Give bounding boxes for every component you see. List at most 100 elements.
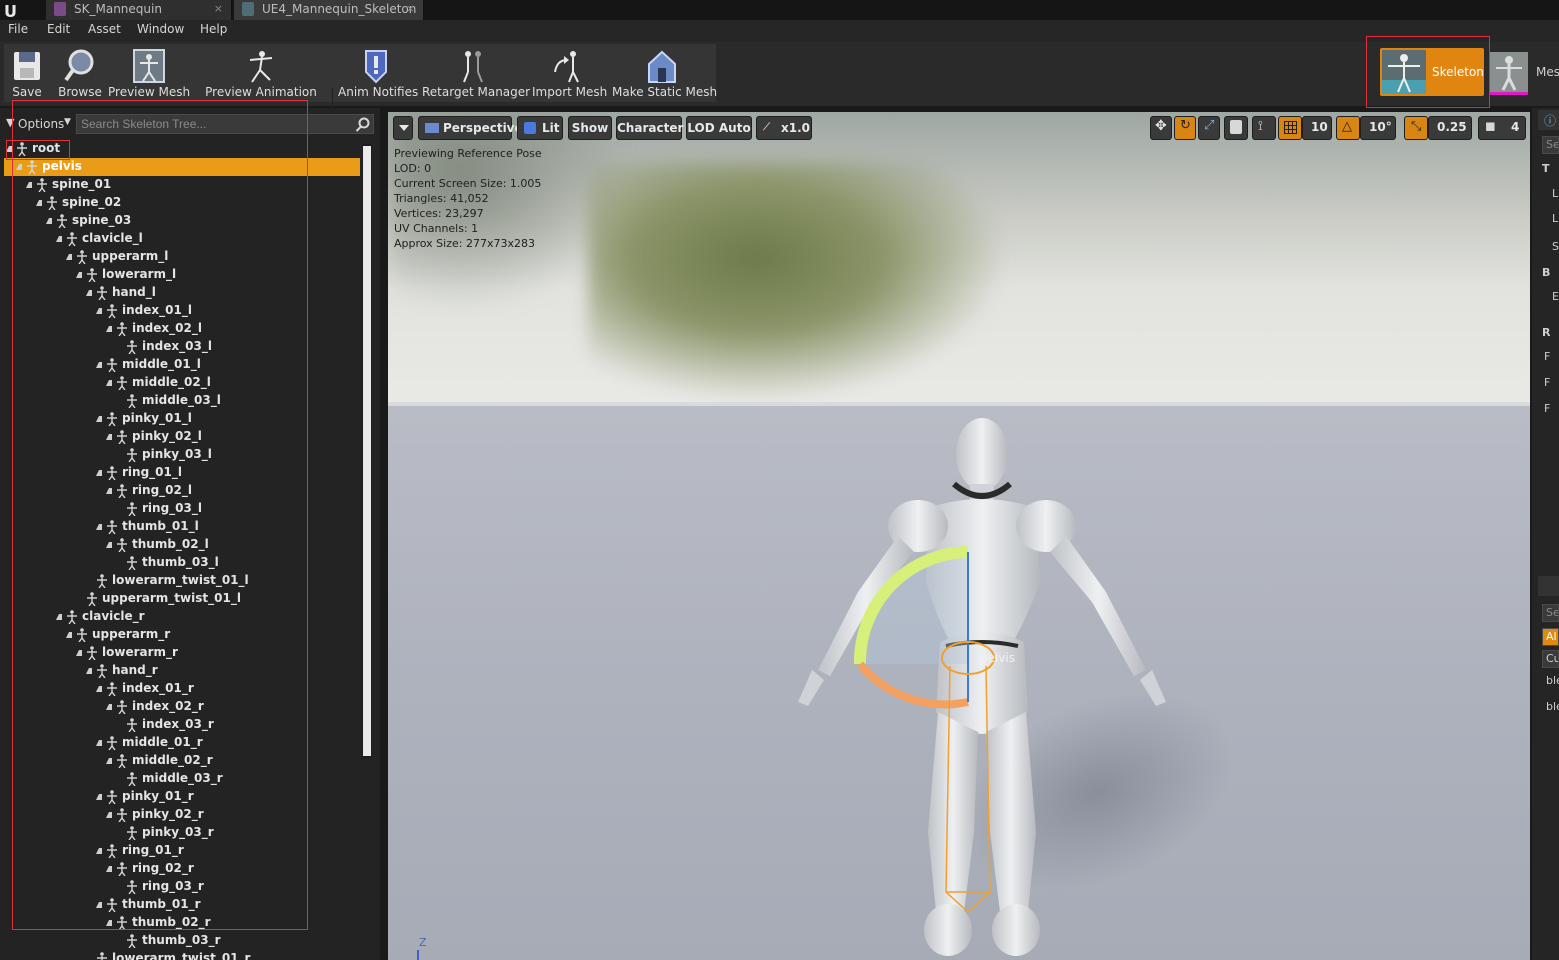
scale-snap-icon[interactable]: ⤡ (1404, 116, 1428, 140)
character-button[interactable]: Character (616, 116, 683, 140)
stat-line: Triangles: 41,052 (394, 192, 489, 205)
grid-snap-value[interactable]: 10 (1302, 116, 1332, 140)
property-label: L (1552, 187, 1559, 200)
chevron-down-icon (399, 125, 409, 131)
menu-file[interactable]: File (8, 22, 28, 36)
save-button[interactable]: Save (6, 44, 48, 100)
anim-search[interactable]: Se (1542, 604, 1559, 622)
search-icon[interactable] (355, 117, 371, 133)
property-row[interactable]: F (1544, 376, 1550, 389)
close-icon[interactable]: × (406, 0, 415, 18)
info-icon: ⓘ (1544, 114, 1557, 128)
details-search[interactable]: Se (1542, 136, 1559, 154)
section-header[interactable]: B (1542, 266, 1550, 279)
make-static-mesh-icon (648, 50, 676, 83)
anim-tab[interactable] (1538, 576, 1559, 596)
anim-notifies-button[interactable]: Anim Notifies (338, 44, 418, 100)
skeleton-thumbnail-icon (1382, 50, 1426, 94)
filter-all-button[interactable]: Al (1542, 628, 1559, 646)
axis-indicator (417, 950, 419, 960)
anim-notifies-icon (365, 50, 387, 84)
scale-tool-icon[interactable]: ⤢ (1198, 116, 1220, 140)
property-label: E (1552, 290, 1559, 303)
magnifier-icon (64, 49, 94, 82)
preview-animation-icon (249, 51, 273, 83)
property-row[interactable]: F (1544, 402, 1550, 415)
menu-edit[interactable]: Edit (47, 22, 70, 36)
skeleton-mode-label: Skeleton (1432, 65, 1484, 79)
mannequin-model[interactable] (778, 412, 1198, 960)
root-highlight-box (6, 140, 70, 160)
rotation-snap-icon[interactable]: △ (1336, 116, 1360, 140)
list-item[interactable]: ble (1546, 674, 1559, 687)
scale-snap-value[interactable]: 0.25 (1428, 116, 1472, 140)
horizon-line (388, 402, 1530, 406)
close-icon[interactable]: × (214, 0, 223, 18)
import-mesh-button[interactable]: Import Mesh (532, 44, 607, 100)
translate-tool-icon[interactable]: ✥ (1150, 116, 1172, 140)
viewport[interactable] (388, 112, 1530, 960)
bone-label: lowerarm_twist_01_r (112, 951, 251, 960)
panel-splitter[interactable] (380, 108, 388, 960)
import-mesh-icon (554, 51, 579, 83)
filter-curve-button[interactable]: Cu (1542, 650, 1559, 668)
list-item[interactable]: ble (1546, 700, 1559, 713)
menu-window[interactable]: Window (137, 22, 184, 36)
scrollbar-thumb[interactable] (363, 146, 371, 756)
property-row[interactable]: F (1544, 350, 1550, 363)
menu-help[interactable]: Help (200, 22, 227, 36)
mesh-thumbnail-icon[interactable] (1490, 52, 1528, 95)
save-icon (14, 52, 40, 80)
stat-line: Vertices: 23,297 (394, 207, 484, 220)
skeletal-mesh-icon (54, 2, 66, 16)
bone-name-label: pelvis (980, 651, 1016, 665)
rotation-snap-value[interactable]: 10° (1360, 116, 1396, 140)
unreal-logo-icon[interactable]: ᑌ (4, 2, 17, 21)
rotate-tool-icon[interactable]: ↻ (1174, 116, 1196, 140)
bone-icon (97, 952, 107, 960)
speed-icon: ⟋ (763, 122, 770, 133)
background-foliage (588, 162, 1008, 402)
viewport-options-button[interactable] (393, 116, 413, 140)
skeleton-icon (242, 2, 254, 16)
grid-snap-icon[interactable] (1278, 116, 1302, 140)
lod-button[interactable]: LOD Auto (686, 116, 752, 140)
bone-row-lowerarm-twist-01-r[interactable]: lowerarm_twist_01_r (4, 950, 360, 960)
preview-animation-button[interactable]: Preview Animation (204, 44, 318, 100)
lit-mode-icon (524, 122, 536, 134)
tab-sk-mannequin[interactable]: SK_Mannequin × (46, 0, 232, 20)
stat-line: Previewing Reference Pose (394, 147, 542, 160)
section-header[interactable]: R (1542, 326, 1550, 339)
bone-row-thumb-03-r[interactable]: thumb_03_r (4, 932, 360, 950)
stat-line: Current Screen Size: 1.005 (394, 177, 542, 190)
menu-asset[interactable]: Asset (88, 22, 121, 36)
bone-icon (127, 934, 137, 948)
camera-icon (425, 123, 439, 133)
camera-speed-button[interactable]: ◼ 4 (1478, 116, 1526, 140)
bone-label: thumb_03_r (142, 933, 221, 947)
lit-button[interactable]: Lit (517, 116, 563, 140)
preview-mesh-icon (133, 49, 165, 83)
toolbar: Save Browse Preview Mesh Preview Animati… (0, 42, 1559, 140)
preview-mesh-button[interactable]: Preview Mesh (108, 44, 190, 100)
mesh-mode-label[interactable]: Mes (1536, 65, 1559, 79)
menu-bar: File Edit Asset Window Help (0, 20, 1559, 42)
retarget-manager-button[interactable]: Retarget Manager (422, 44, 530, 100)
details-tab[interactable]: ⓘ (1538, 110, 1559, 130)
tab-ue4-mannequin-skeleton[interactable]: UE4_Mannequin_Skeleton × (234, 0, 424, 20)
coordinate-space-icon[interactable] (1224, 116, 1248, 140)
axis-label: Z (419, 936, 427, 949)
stat-line: UV Channels: 1 (394, 222, 479, 235)
stat-line: LOD: 0 (394, 162, 432, 175)
browse-button[interactable]: Browse (54, 44, 106, 100)
make-static-mesh-button[interactable]: Make Static Mesh (612, 44, 717, 100)
perspective-button[interactable]: Perspective (418, 116, 523, 140)
tab-bar: ᑌ SK_Mannequin × UE4_Mannequin_Skeleton … (0, 0, 1559, 21)
section-header[interactable]: T (1542, 162, 1550, 175)
camera-speed-icon: ◼ (1485, 119, 1496, 134)
surface-snap-icon[interactable]: ⟟ (1252, 116, 1276, 140)
playback-speed-button[interactable]: ⟋ x1.0 (756, 116, 812, 140)
show-button[interactable]: Show (568, 116, 612, 140)
property-label: S (1552, 240, 1559, 253)
retarget-manager-icon (463, 51, 483, 83)
